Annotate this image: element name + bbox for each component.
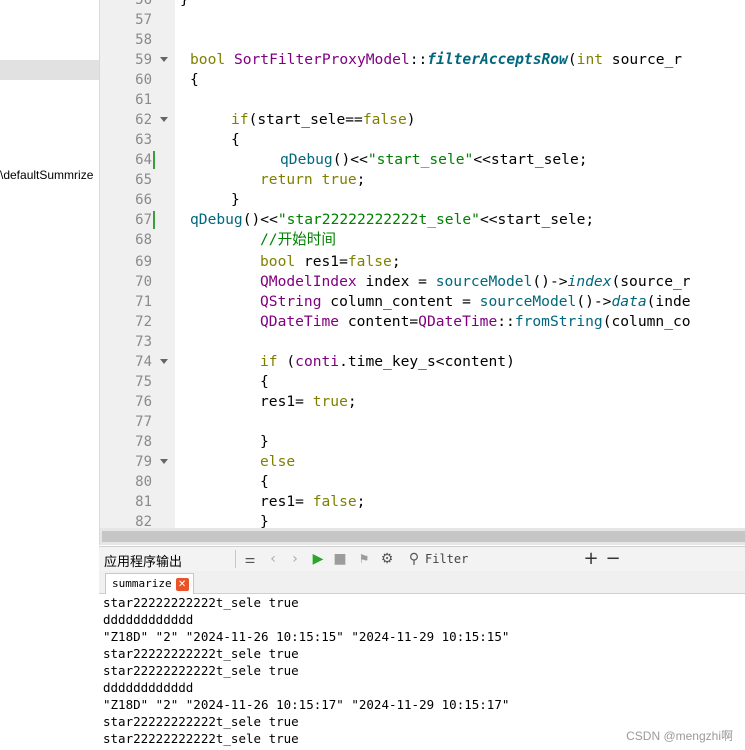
output-panel-title: 应用程序输出: [104, 554, 183, 569]
changed-line-marker: [153, 151, 155, 169]
code-line-69: bool res1=false;: [260, 253, 401, 270]
minimize-icon[interactable]: −: [604, 549, 622, 569]
run-icon[interactable]: ▶: [309, 549, 327, 569]
output-line: dddddddddddd: [103, 680, 194, 695]
code-line-75: {: [260, 373, 269, 390]
fold-arrow-icon[interactable]: [160, 57, 168, 63]
previous-arrow-icon[interactable]: ‹: [264, 549, 282, 569]
attach-debugger-icon[interactable]: ⚑: [355, 549, 373, 569]
line-number: 63: [135, 132, 152, 148]
code-line-65: return true;: [260, 171, 366, 188]
close-icon[interactable]: ✕: [175, 577, 189, 591]
code-line-64: qDebug()<<"start_sele"<<start_sele;: [280, 151, 588, 168]
line-number: 66: [135, 192, 152, 208]
output-line: star22222222222t_sele true: [103, 714, 299, 729]
line-number: 77: [135, 414, 152, 430]
watermark: CSDN @mengzhi啊: [626, 729, 733, 743]
code-line-80: {: [260, 473, 269, 490]
output-line: "Z18D" "2" "2024-11-26 10:15:17" "2024-1…: [103, 697, 510, 712]
code-editor[interactable]: } bool SortFilterProxyModel::filterAccep…: [176, 0, 745, 528]
output-line: star22222222222t_sele true: [103, 663, 299, 678]
clear-output-icon[interactable]: ⚌: [241, 549, 259, 569]
tab-summarize[interactable]: summarize ✕: [105, 573, 194, 594]
toolbar-divider: [235, 550, 236, 568]
line-number: 56: [135, 0, 152, 8]
project-sidebar: \defaultSummrize: [0, 0, 100, 545]
line-number: 73: [135, 334, 152, 350]
sidebar-item-defaultsummrize[interactable]: \defaultSummrize: [0, 168, 93, 182]
scrollbar-thumb[interactable]: [102, 531, 745, 542]
code-line-70: QModelIndex index = sourceModel()->index…: [260, 273, 691, 290]
code-line-72: QDateTime content=QDateTime::fromString(…: [260, 313, 691, 330]
line-number: 60: [135, 72, 152, 88]
line-number: 68: [135, 232, 152, 248]
output-line: "Z18D" "2" "2024-11-26 10:15:15" "2024-1…: [103, 629, 510, 644]
line-number: 71: [135, 294, 152, 310]
changed-line-marker: [153, 211, 155, 229]
code-line-82: }: [260, 513, 269, 528]
code-line-66: }: [231, 191, 240, 208]
line-number: 69: [135, 254, 152, 270]
line-number-gutter: 56 57 58 59 60 61 62 63 64 65 66 67 68 6…: [100, 0, 175, 528]
line-number: 75: [135, 374, 152, 390]
code-line-62: if(start_sele==false): [231, 111, 416, 128]
fold-arrow-icon[interactable]: [160, 359, 168, 365]
line-number: 78: [135, 434, 152, 450]
line-number: 80: [135, 474, 152, 490]
output-line: star22222222222t_sele true: [103, 595, 299, 610]
code-line-79: else: [260, 453, 296, 470]
code-line-74: if (conti.time_key_s<content): [260, 353, 515, 370]
line-number: 82: [135, 514, 152, 528]
output-line: dddddddddddd: [103, 612, 194, 627]
line-number: 74: [135, 354, 152, 370]
output-tab-bar: summarize ✕: [99, 571, 745, 594]
line-number: 67: [135, 212, 152, 228]
code-line-60: {: [190, 71, 199, 88]
filter-input[interactable]: Filter: [425, 552, 468, 566]
code-line-63: {: [231, 131, 240, 148]
line-number: 79: [135, 454, 152, 470]
search-icon[interactable]: ⚲: [405, 549, 423, 569]
line-number: 65: [135, 172, 152, 188]
output-line: star22222222222t_sele true: [103, 731, 299, 746]
line-number: 72: [135, 314, 152, 330]
fold-arrow-icon[interactable]: [160, 117, 168, 123]
gear-icon[interactable]: ⚙: [378, 549, 396, 569]
stop-icon[interactable]: ■: [331, 549, 349, 569]
code-line-76: res1= true;: [260, 393, 357, 410]
line-number: 76: [135, 394, 152, 410]
line-number: 70: [135, 274, 152, 290]
sidebar-selected-row[interactable]: [0, 60, 99, 80]
code-line-78: }: [260, 433, 269, 450]
code-line-81: res1= false;: [260, 493, 366, 510]
line-number: 62: [135, 112, 152, 128]
code-line-67: qDebug()<<"star22222222222t_sele"<<start…: [190, 211, 595, 228]
code-line-71: QString column_content = sourceModel()->…: [260, 293, 691, 310]
fold-arrow-icon[interactable]: [160, 459, 168, 465]
output-panel-toolbar: 应用程序输出 ⚌ ‹ › ▶ ■ ⚑ ⚙ ⚲ Filter + −: [99, 546, 745, 572]
code-line-68: //开始时间: [260, 231, 336, 248]
line-number: 59: [135, 52, 152, 68]
line-number: 64: [135, 152, 152, 168]
code-line-59: bool SortFilterProxyModel::filterAccepts…: [190, 51, 683, 68]
output-line: star22222222222t_sele true: [103, 646, 299, 661]
next-arrow-icon[interactable]: ›: [286, 549, 304, 569]
line-number: 57: [135, 12, 152, 28]
add-icon[interactable]: +: [582, 549, 600, 569]
tab-label: summarize: [112, 577, 172, 590]
line-number: 81: [135, 494, 152, 510]
line-number: 58: [135, 32, 152, 48]
code-line-56: }: [180, 0, 189, 10]
line-number: 61: [135, 92, 152, 108]
